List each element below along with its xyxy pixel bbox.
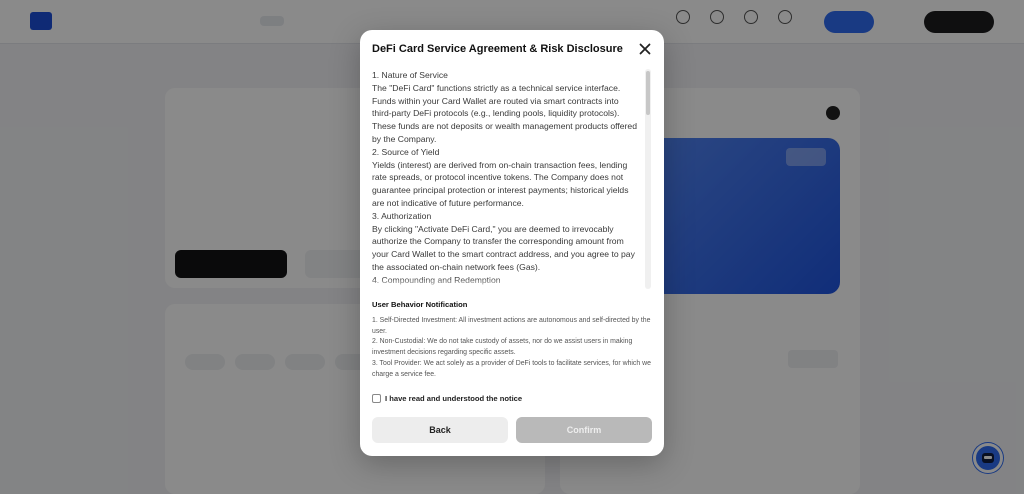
agreement-paragraph: 1. Nature of Service — [372, 70, 448, 80]
close-button[interactable] — [635, 39, 655, 59]
close-icon — [639, 43, 651, 55]
agreement-paragraph: The "DeFi Card" functions strictly as a … — [372, 82, 637, 144]
agreement-paragraph: By clicking "Activate DeFi Card," you ar… — [372, 223, 635, 272]
notice-item: 3. Tool Provider: We act solely as a pro… — [372, 359, 651, 378]
acknowledge-checkbox[interactable] — [372, 394, 381, 403]
acknowledge-checkbox-row[interactable]: I have read and understood the notice — [372, 394, 522, 403]
back-button[interactable]: Back — [372, 417, 508, 443]
modal-title: DeFi Card Service Agreement & Risk Discl… — [372, 43, 623, 55]
agreement-paragraph: 3. Authorization — [372, 210, 432, 221]
notice-title: User Behavior Notification — [372, 300, 468, 309]
scroll-fade — [372, 278, 640, 290]
notice-item: 2. Non-Custodial: We do not take custody… — [372, 338, 633, 357]
agreement-paragraph: Yields (interest) are derived from on-ch… — [372, 159, 629, 208]
agreement-paragraph: 2. Source of Yield — [372, 146, 440, 157]
agreement-scrollbar[interactable] — [645, 69, 651, 289]
agreement-modal: DeFi Card Service Agreement & Risk Discl… — [360, 30, 664, 456]
confirm-button[interactable]: Confirm — [516, 417, 652, 443]
notice-list: 1. Self-Directed Investment: All investm… — [372, 316, 654, 380]
notice-item: 1. Self-Directed Investment: All investm… — [372, 317, 651, 335]
agreement-text-scroll[interactable]: 1. Nature of Service The "DeFi Card" fun… — [372, 69, 640, 289]
scrollbar-thumb[interactable] — [646, 71, 650, 115]
acknowledge-label: I have read and understood the notice — [385, 394, 523, 403]
